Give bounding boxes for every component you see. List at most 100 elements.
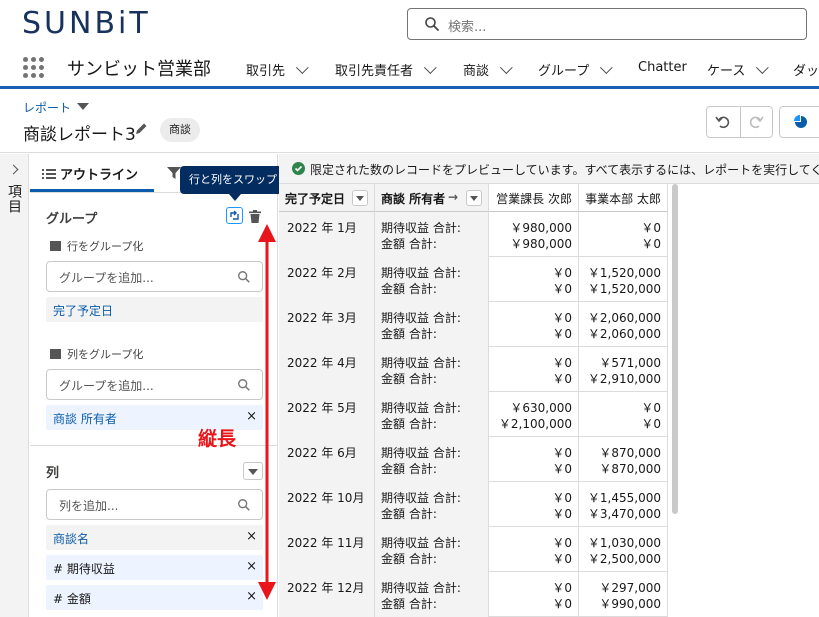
table-row: 2022 年 5月 期待収益 合計: 金額 合計: ￥630,000 ￥2,100,00…	[279, 392, 668, 437]
success-check-icon	[292, 162, 305, 175]
swap-rows-columns-button[interactable]	[226, 207, 243, 224]
chart-icon	[794, 115, 807, 128]
chevron-down-icon[interactable]	[600, 61, 613, 75]
header-close-date[interactable]: 完了予定日	[279, 184, 375, 212]
columns-input[interactable]: 列を追加...	[46, 489, 263, 520]
cell-owner-1: ￥0 ￥0	[489, 437, 579, 482]
column-menu-icon[interactable]	[352, 190, 368, 206]
caret-down-icon[interactable]	[77, 103, 89, 110]
global-search[interactable]: 検索...	[407, 8, 807, 40]
report-title: 商談レポート3	[23, 125, 136, 145]
app-name: サンビット営業部	[67, 59, 211, 80]
undo-redo-group	[706, 106, 773, 138]
column-item[interactable]: # 期待収益 ×	[46, 555, 263, 580]
chevron-right-icon[interactable]	[8, 164, 19, 175]
row-group-label: 行をグループ化	[50, 238, 143, 254]
cell-owner-1: ￥0 ￥0	[489, 302, 579, 347]
chevron-down-icon[interactable]	[423, 61, 437, 75]
arrow-right-icon: →	[448, 190, 459, 204]
report-header: レポート 商談レポート3 商談	[0, 89, 819, 153]
global-header: SUNBiT 検索... サンビット営業部 取引先 取引先責任者 商談 グループ…	[0, 0, 819, 89]
cell-date: 2022 年 5月	[279, 392, 375, 437]
header-owner-2[interactable]: 事業本部 太郎	[579, 184, 668, 212]
fields-collapsed-strip[interactable]: 項目	[0, 154, 29, 617]
table-row: 2022 年 1月 期待収益 合計: 金額 合計: ￥980,000 ￥980,000 ￥…	[279, 212, 668, 257]
columns-icon	[50, 349, 61, 359]
cell-owner-2: ￥1,520,000 ￥1,520,000	[579, 257, 668, 302]
chevron-down-icon[interactable]	[295, 61, 309, 75]
cell-owner-2: ￥1,455,000 ￥3,470,000	[579, 482, 668, 527]
col-group-input[interactable]: グループを追加...	[46, 369, 263, 400]
table-row: 2022 年 3月 期待収益 合計: 金額 合計: ￥0 ￥0 ￥2,060,000 ￥2,…	[279, 302, 668, 347]
nav-item-dashboards[interactable]: ダッ	[793, 60, 819, 79]
search-placeholder: 検索...	[448, 20, 487, 35]
cell-owner-2: ￥870,000 ￥870,000	[579, 437, 668, 482]
cell-owner-1: ￥0 ￥0	[489, 257, 579, 302]
column-item[interactable]: 商談名 ×	[46, 525, 263, 550]
report-type-label: レポート	[23, 101, 72, 115]
section-divider	[30, 445, 278, 446]
search-icon	[238, 379, 250, 391]
cell-owner-2: ￥0 ￥0	[579, 212, 668, 257]
groups-title: グループ	[46, 212, 98, 227]
nav-item-cases[interactable]: ケース	[707, 60, 770, 79]
cell-owner-2: ￥571,000 ￥2,910,000	[579, 347, 668, 392]
cell-date: 2022 年 3月	[279, 302, 375, 347]
nav-item-groups[interactable]: グループ	[538, 60, 613, 79]
header-owner-1[interactable]: 営業課長 次郎	[489, 184, 579, 212]
cell-date: 2022 年 6月	[279, 437, 375, 482]
cell-owner-2: ￥0 ￥0	[579, 392, 668, 437]
table-row: 2022 年 4月 期待収益 合計: 金額 合計: ￥0 ￥0 ￥571,000 ￥2,91…	[279, 347, 668, 392]
cell-owner-1: ￥0 ￥0	[489, 482, 579, 527]
nav-item-opportunities[interactable]: 商談	[463, 60, 513, 79]
filter-icon[interactable]	[167, 166, 181, 180]
cell-labels: 期待収益 合計: 金額 合計:	[375, 302, 489, 347]
cell-labels: 期待収益 合計: 金額 合計:	[375, 482, 489, 527]
cell-owner-1: ￥0 ￥0	[489, 527, 579, 572]
table-row: 2022 年 11月 期待収益 合計: 金額 合計: ￥0 ￥0 ￥1,030,000 ￥2…	[279, 527, 668, 572]
cell-labels: 期待収益 合計: 金額 合計:	[375, 437, 489, 482]
row-group-item[interactable]: 完了予定日	[46, 297, 263, 322]
brand-logo[interactable]: SUNBiT	[22, 6, 151, 41]
table-row: 2022 年 12月 期待収益 合計: 金額 合計: ￥0 ￥0 ￥297,000 ￥990…	[279, 572, 668, 617]
outline-panel: アウトライン グループ 行をグループ化 グループを追加... 完了予定日 列をグ…	[30, 154, 278, 617]
column-menu-icon[interactable]	[466, 190, 482, 206]
cell-date: 2022 年 1月	[279, 212, 375, 257]
annotation-label: 縦長	[198, 428, 237, 450]
vertical-scrollbar[interactable]	[672, 184, 678, 514]
header-owner[interactable]: 商談 所有者 →	[375, 184, 489, 212]
column-item[interactable]: # 金額 ×	[46, 585, 263, 610]
cell-owner-1: ￥630,000 ￥2,100,000	[489, 392, 579, 437]
report-preview: 限定された数のレコードをプレビューしています。すべて表示するには、レポートを実行…	[279, 154, 819, 617]
tooltip-pointer	[229, 194, 241, 201]
chevron-down-icon[interactable]	[756, 61, 770, 75]
cell-labels: 期待収益 合計: 金額 合計:	[375, 527, 489, 572]
fields-label: 項目	[6, 184, 22, 214]
search-icon	[238, 271, 250, 283]
app-nav: サンビット営業部 取引先 取引先責任者 商談 グループ Chatter ケース …	[0, 50, 819, 86]
cell-owner-2: ￥297,000 ￥990,000	[579, 572, 668, 617]
chevron-down-icon[interactable]	[499, 61, 513, 75]
cell-owner-1: ￥0 ￥0	[489, 572, 579, 617]
app-launcher-icon[interactable]	[23, 57, 45, 79]
columns-title: 列	[46, 466, 60, 481]
undo-icon[interactable]	[715, 114, 731, 130]
cell-date: 2022 年 4月	[279, 347, 375, 392]
tab-outline[interactable]: アウトライン	[42, 164, 138, 183]
cell-owner-1: ￥980,000 ￥980,000	[489, 212, 579, 257]
swap-icon	[230, 210, 239, 220]
search-icon	[238, 499, 250, 511]
nav-item-contacts[interactable]: 取引先責任者	[335, 60, 437, 79]
vertical-arrow-annotation	[258, 224, 276, 600]
row-group-input[interactable]: グループを追加...	[46, 261, 263, 292]
cell-labels: 期待収益 合計: 金額 合計:	[375, 392, 489, 437]
preview-info-bar: 限定された数のレコードをプレビューしています。すべて表示するには、レポートを実行…	[279, 154, 819, 184]
nav-item-chatter[interactable]: Chatter	[638, 60, 687, 75]
redo-icon[interactable]	[748, 114, 764, 130]
chart-button[interactable]	[779, 106, 819, 138]
table-row: 2022 年 6月 期待収益 合計: 金額 合計: ￥0 ￥0 ￥870,000 ￥870,…	[279, 437, 668, 482]
nav-item-accounts[interactable]: 取引先	[246, 60, 309, 79]
cell-owner-2: ￥1,030,000 ￥2,500,000	[579, 527, 668, 572]
cell-owner-2: ￥2,060,000 ￥2,060,000	[579, 302, 668, 347]
pencil-icon[interactable]	[134, 122, 148, 136]
